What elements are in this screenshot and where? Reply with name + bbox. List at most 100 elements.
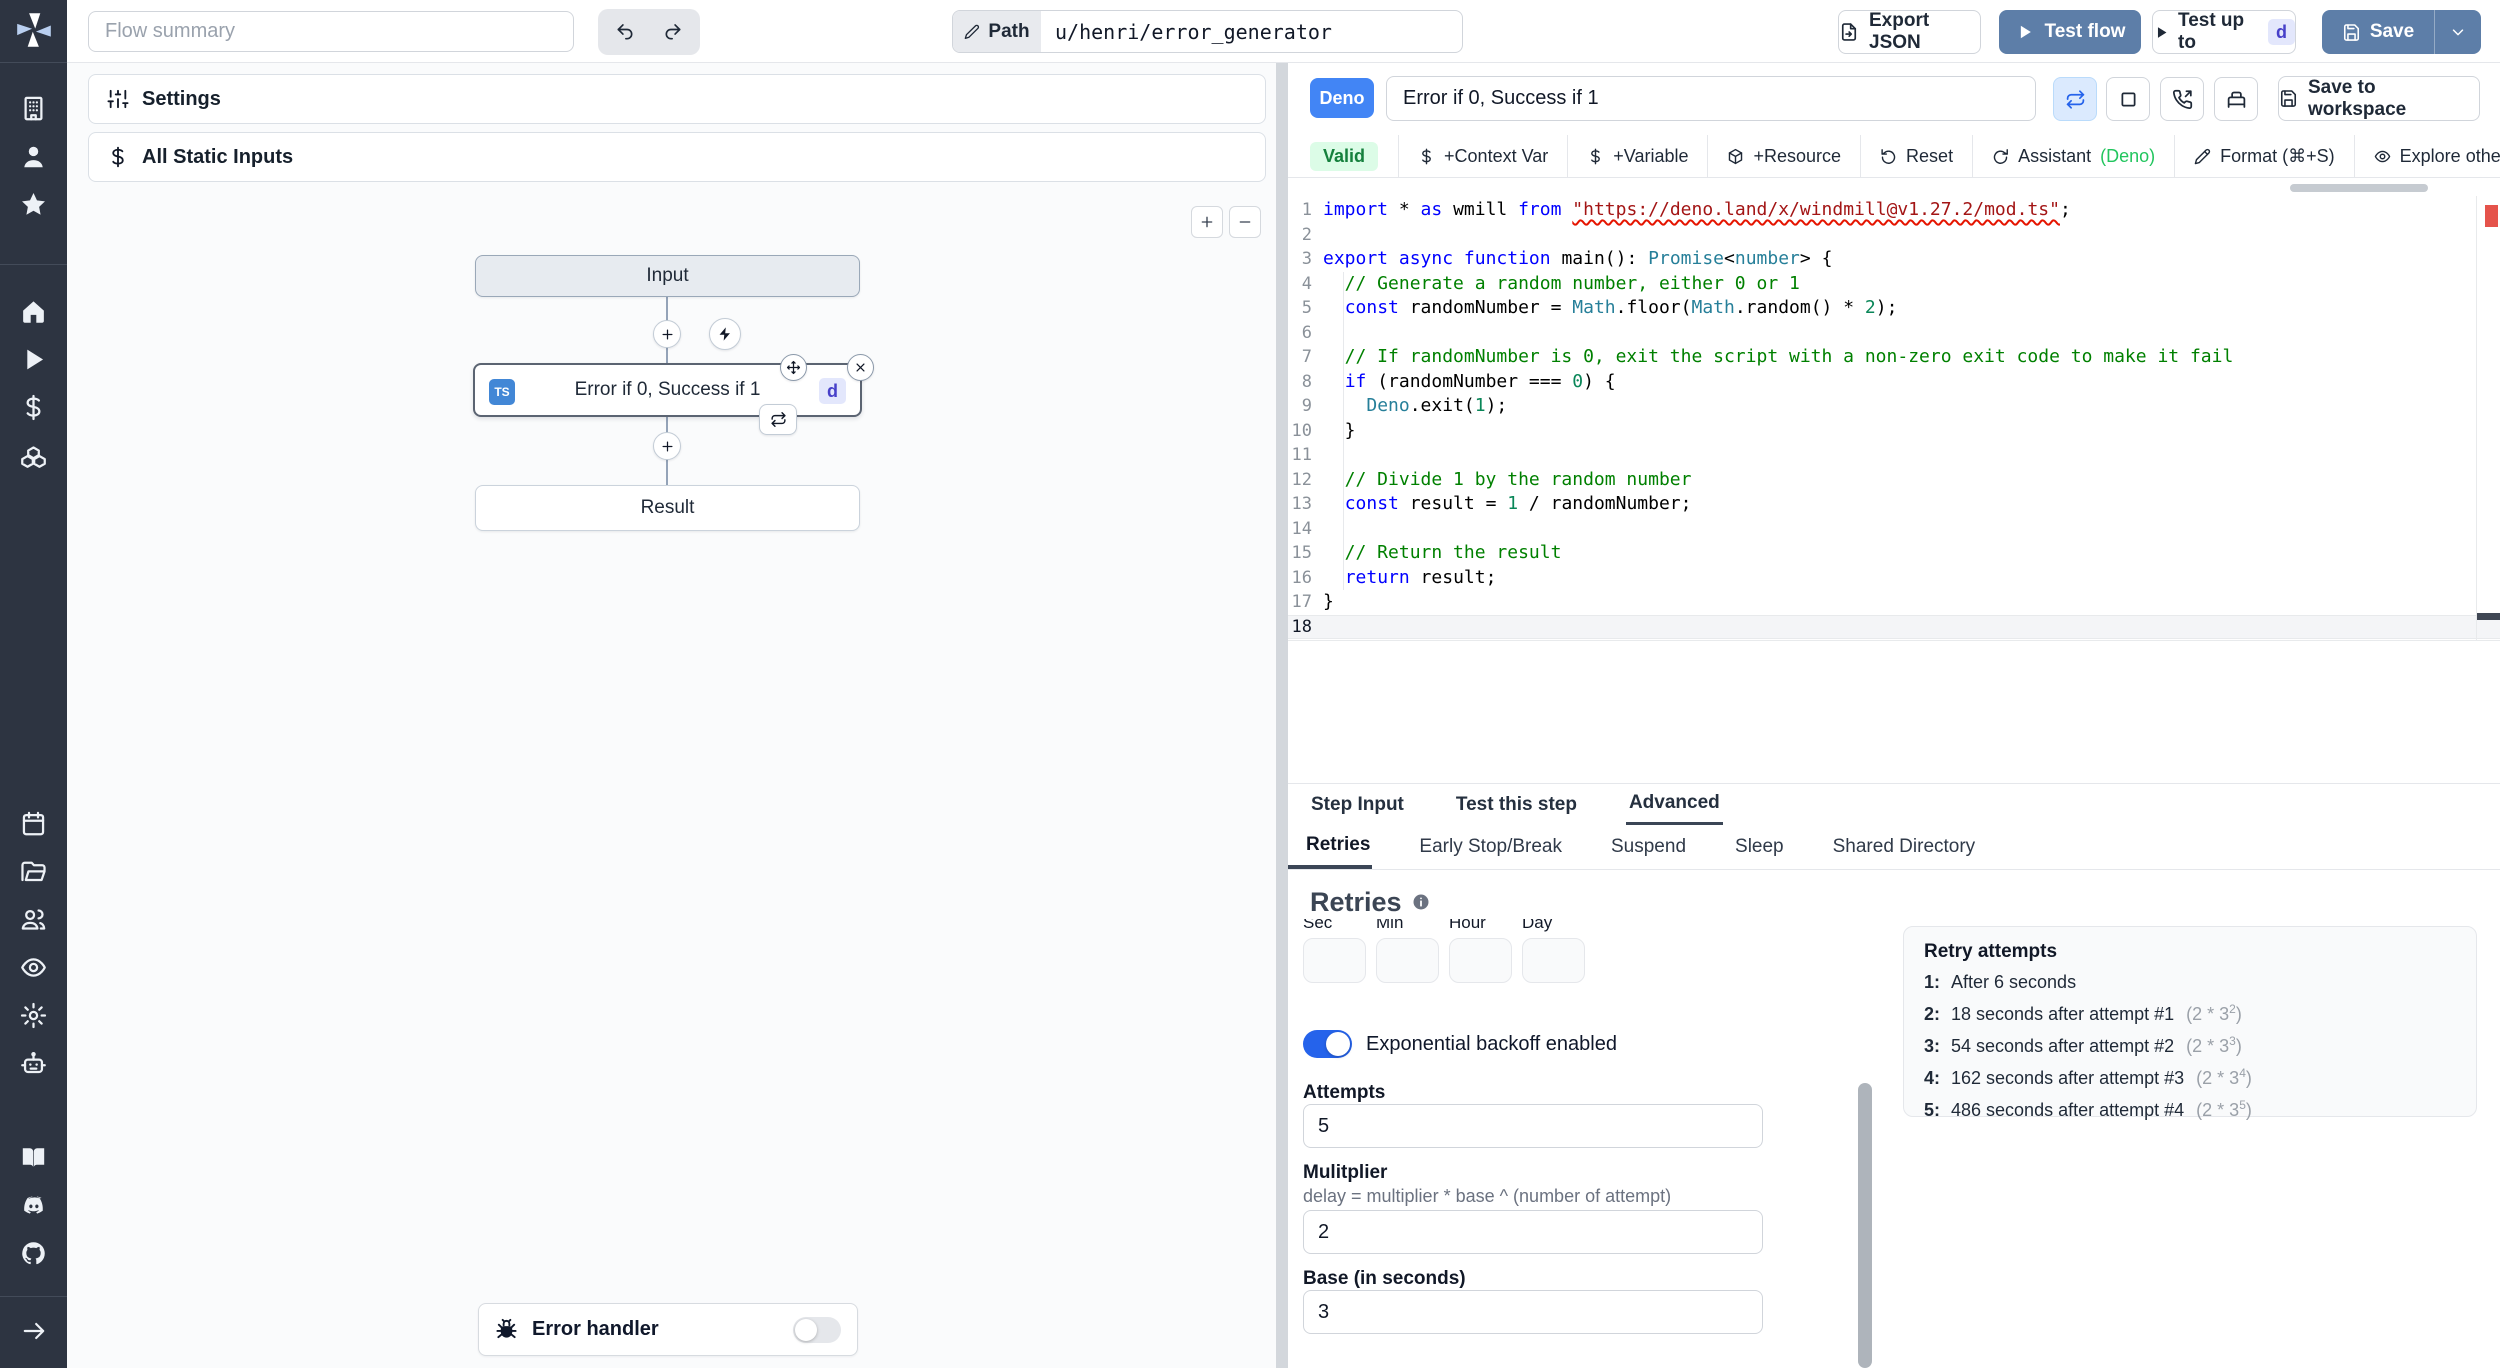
code-line[interactable]: 3 export async function main(): Promise<n… <box>1288 247 2500 272</box>
subtab-shared-directory[interactable]: Shared Directory <box>1831 825 1978 869</box>
result-node[interactable]: Result <box>475 485 860 531</box>
sidebar-item-user[interactable] <box>0 132 67 180</box>
retry-attempt-row: 1: After 6 seconds <box>1924 972 2077 992</box>
code-line[interactable]: 16 return result; <box>1288 566 2500 591</box>
suspend-button[interactable] <box>2160 77 2204 121</box>
code-line[interactable]: 18 <box>1288 614 2500 639</box>
exponential-backoff-toggle[interactable] <box>1303 1030 1352 1058</box>
day-input[interactable] <box>1522 938 1585 983</box>
hour-input[interactable] <box>1449 938 1512 983</box>
error-handler-bar[interactable]: Error handler <box>478 1303 858 1356</box>
add-context-var-button[interactable]: +Context Var <box>1399 135 1567 177</box>
sidebar-item-folder-open[interactable] <box>0 847 67 895</box>
code-line[interactable]: 6 <box>1288 321 2500 346</box>
sidebar-item-play[interactable] <box>0 335 67 383</box>
code-line[interactable]: 7 // If randomNumber is 0, exit the scri… <box>1288 345 2500 370</box>
delete-step-button[interactable] <box>847 354 874 381</box>
code-line[interactable]: 13 const result = 1 / randomNumber; <box>1288 492 2500 517</box>
sidebar-item-calendar[interactable] <box>0 799 67 847</box>
sleep-button[interactable] <box>2214 77 2258 121</box>
code-line[interactable]: 12 // Divide 1 by the random number <box>1288 468 2500 493</box>
trigger-button[interactable] <box>709 318 741 350</box>
test-up-to-button[interactable]: Test up to d <box>2152 10 2296 54</box>
redo-button[interactable] <box>651 13 695 51</box>
sidebar-item-eye[interactable] <box>0 943 67 991</box>
base-input[interactable] <box>1303 1290 1763 1334</box>
reset-button[interactable]: Reset <box>1861 135 1972 177</box>
multiplier-label: Mulitplier <box>1303 1162 1388 1183</box>
sidebar-collapse-button[interactable] <box>0 1307 67 1355</box>
assistant-button[interactable]: Assistant (Deno) <box>1973 135 2174 177</box>
sec-input[interactable] <box>1303 938 1366 983</box>
panel-scrollbar-thumb[interactable] <box>1858 1083 1872 1368</box>
windmill-logo-icon[interactable] <box>13 9 55 51</box>
test-flow-button[interactable]: Test flow <box>1999 10 2141 54</box>
code-line[interactable]: 10 } <box>1288 419 2500 444</box>
retries-indicator-button[interactable] <box>2053 77 2097 121</box>
move-step-handle[interactable] <box>780 354 807 381</box>
sidebar-item-boxes[interactable] <box>0 431 67 479</box>
add-step-button[interactable] <box>653 320 681 348</box>
tab-test-this-step[interactable]: Test this step <box>1453 784 1580 825</box>
explore-scripts-button[interactable]: Explore other s <box>2355 135 2500 177</box>
sidebar-item-users[interactable] <box>0 895 67 943</box>
flow-summary-input[interactable] <box>88 11 574 52</box>
tab-advanced[interactable]: Advanced <box>1625 784 1723 825</box>
add-resource-button[interactable]: +Resource <box>1708 135 1860 177</box>
early-stop-button[interactable] <box>2106 77 2150 121</box>
pencil-icon <box>964 24 980 40</box>
code-line[interactable]: 4 // Generate a random number, either 0 … <box>1288 272 2500 297</box>
sidebar-item-star[interactable] <box>0 180 67 228</box>
undo-button[interactable] <box>603 13 647 51</box>
code-line[interactable]: 1 import * as wmill from "https://deno.la… <box>1288 198 2500 223</box>
code-line[interactable]: 2 <box>1288 223 2500 248</box>
step-tabs: Step Input Test this step Advanced <box>1288 783 2500 825</box>
info-icon[interactable] <box>1412 893 1430 911</box>
code-line[interactable]: 8 if (randomNumber === 0) { <box>1288 370 2500 395</box>
subtab-early-stop[interactable]: Early Stop/Break <box>1417 825 1564 869</box>
subtab-retries[interactable]: Retries <box>1288 825 1373 869</box>
zoom-out-button[interactable] <box>1229 206 1261 238</box>
code-line[interactable]: 5 const randomNumber = Math.floor(Math.r… <box>1288 296 2500 321</box>
save-to-workspace-button[interactable]: Save to workspace <box>2278 76 2480 121</box>
sidebar-item-discord[interactable] <box>0 1181 67 1229</box>
format-button[interactable]: Format (⌘+S) <box>2175 135 2354 177</box>
code-line[interactable]: 9 Deno.exit(1); <box>1288 394 2500 419</box>
sidebar-item-bot[interactable] <box>0 1039 67 1087</box>
code-line[interactable]: 14 <box>1288 517 2500 542</box>
multiplier-input[interactable] <box>1303 1210 1763 1254</box>
retry-formula: (2 * 35) <box>2196 1098 2252 1120</box>
code-line[interactable]: 11 <box>1288 443 2500 468</box>
step-retry-badge[interactable] <box>759 404 797 435</box>
sidebar-item-building[interactable] <box>0 84 67 132</box>
add-step-button[interactable] <box>653 432 681 460</box>
code-line[interactable]: 15 // Return the result <box>1288 541 2500 566</box>
static-inputs-bar[interactable]: All Static Inputs <box>88 132 1266 182</box>
save-button[interactable]: Save <box>2322 10 2434 54</box>
sidebar-item-github[interactable] <box>0 1229 67 1277</box>
tab-step-input[interactable]: Step Input <box>1308 784 1407 825</box>
retry-time-field-sec: Sec <box>1303 913 1366 983</box>
min-input[interactable] <box>1376 938 1439 983</box>
add-variable-button[interactable]: +Variable <box>1568 135 1707 177</box>
export-json-button[interactable]: Export JSON <box>1838 10 1981 54</box>
error-handler-toggle[interactable] <box>793 1316 841 1343</box>
sidebar-item-dollar[interactable] <box>0 383 67 431</box>
sidebar-item-gear[interactable] <box>0 991 67 1039</box>
toolbar-scrollbar-thumb[interactable] <box>2290 184 2428 192</box>
panel-splitter[interactable] <box>1276 63 1288 1368</box>
line-number: 12 <box>1291 469 1312 490</box>
code-editor[interactable]: 1 import * as wmill from "https://deno.la… <box>1288 196 2500 641</box>
settings-bar[interactable]: Settings <box>88 74 1266 124</box>
sidebar-item-book[interactable] <box>0 1133 67 1181</box>
step-title-input[interactable] <box>1386 76 2036 121</box>
attempts-input[interactable] <box>1303 1104 1763 1148</box>
zoom-in-button[interactable] <box>1191 206 1223 238</box>
path-field[interactable]: Path u/henri/error_generator <box>952 10 1463 53</box>
save-dropdown-button[interactable] <box>2434 10 2481 54</box>
input-node[interactable]: Input <box>475 255 860 297</box>
subtab-sleep[interactable]: Sleep <box>1733 825 1786 869</box>
subtab-suspend[interactable]: Suspend <box>1609 825 1688 869</box>
sidebar-item-home[interactable] <box>0 287 67 335</box>
code-line[interactable]: 17} <box>1288 590 2500 615</box>
